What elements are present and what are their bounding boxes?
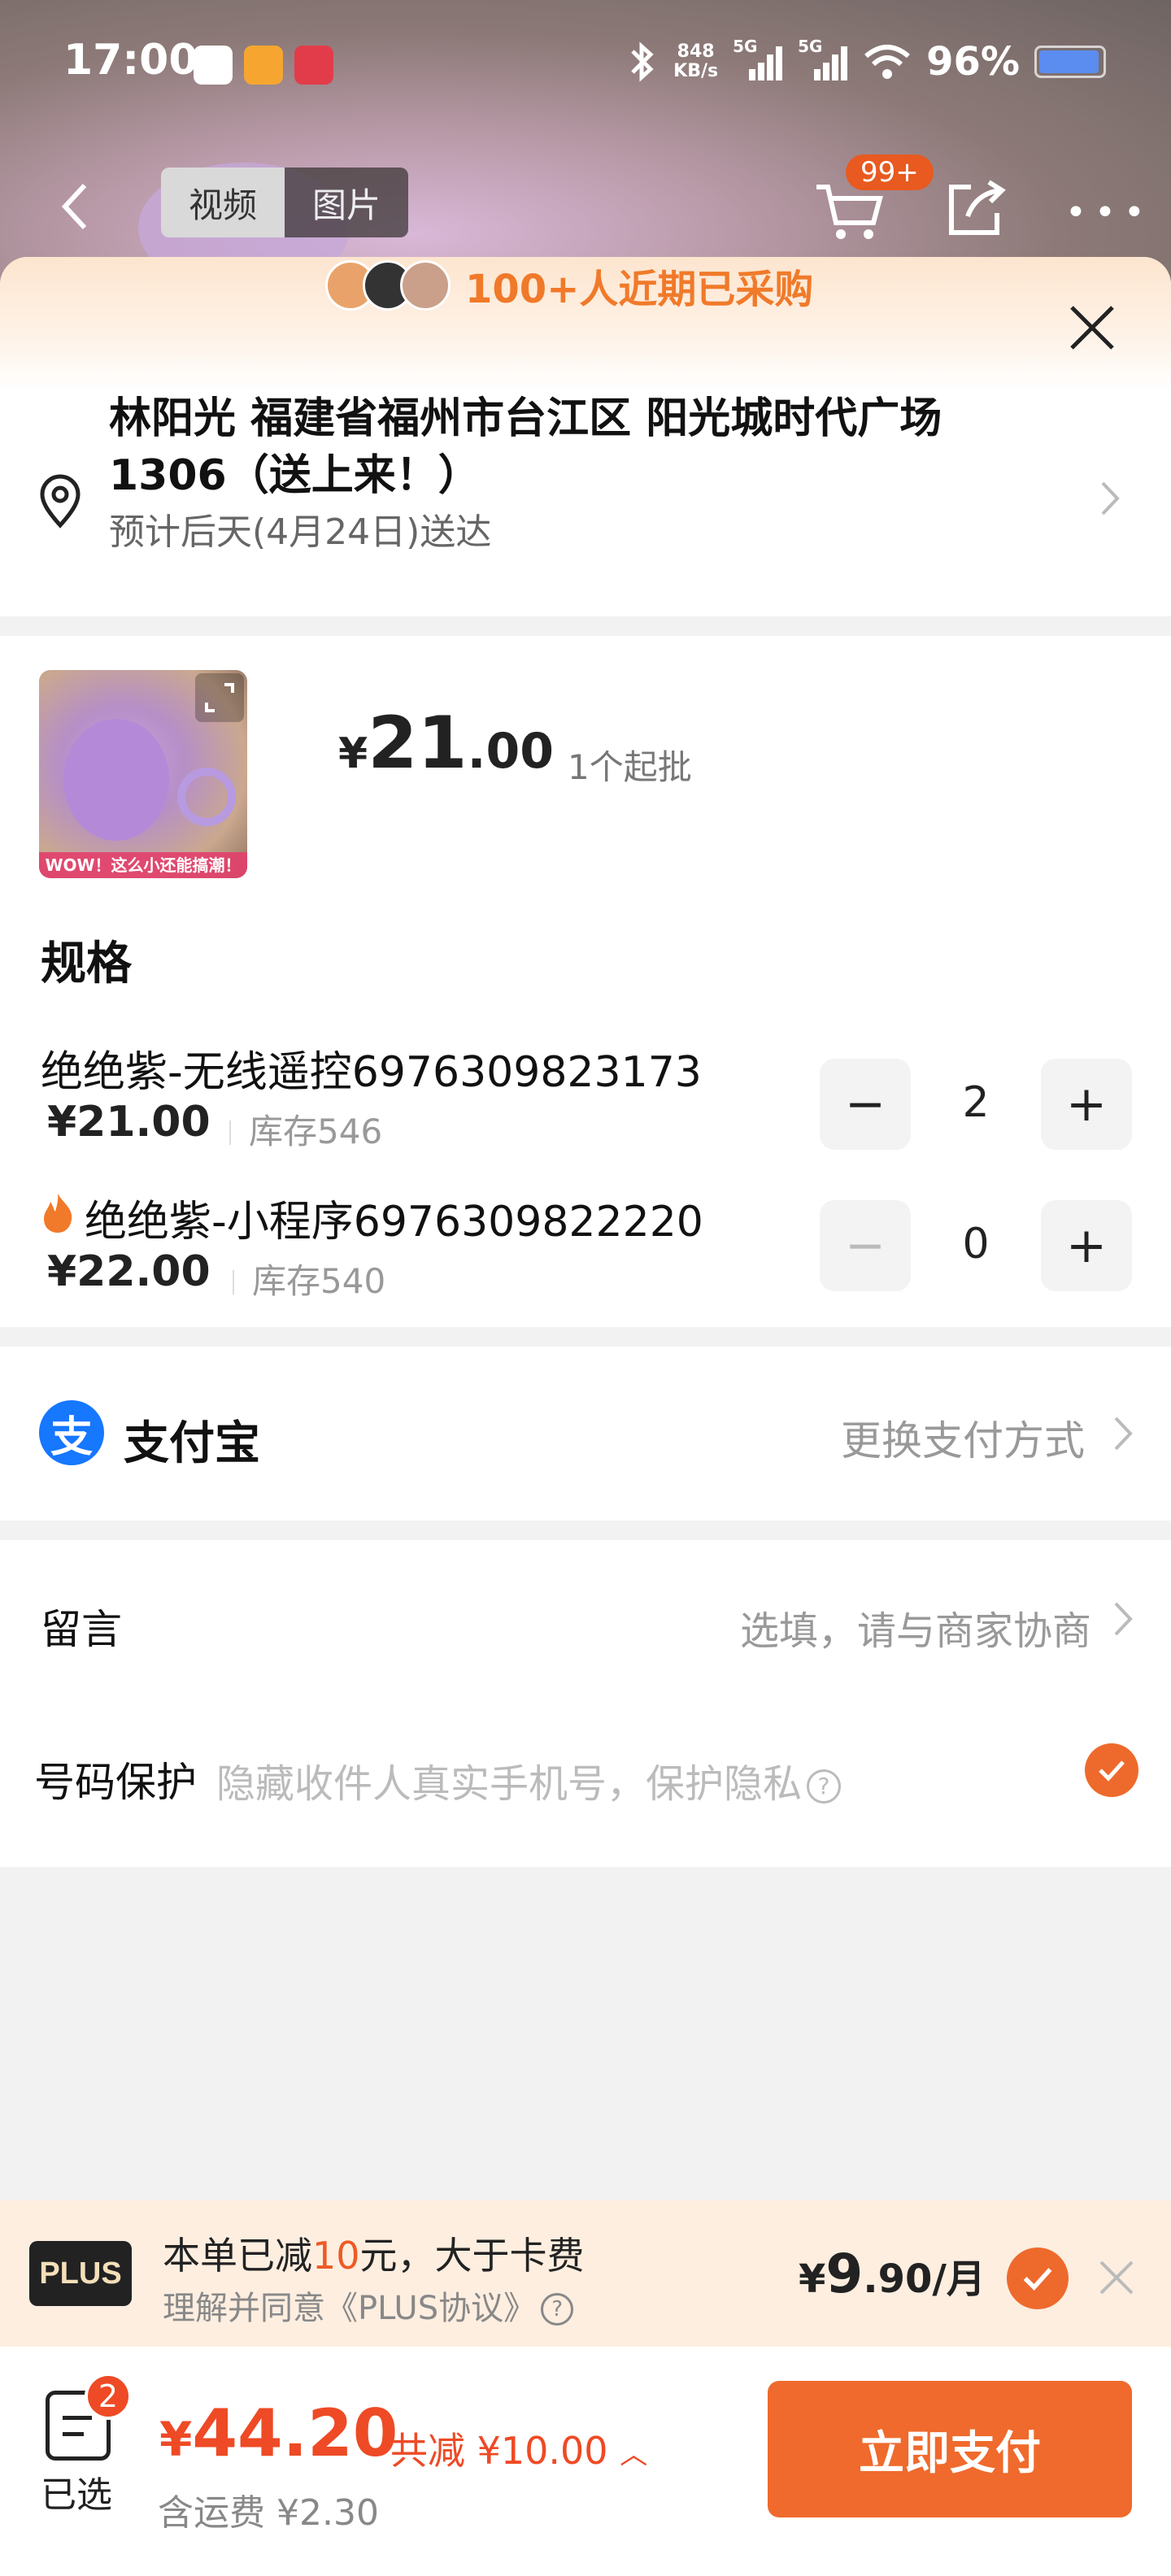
delivery-eta: 预计后天(4月24日)送达 [109,511,492,553]
shipping-address[interactable]: 林阳光 福建省福州市台江区 阳光城时代广场 1306（送上来！） 预计后天(4月… [0,390,1171,616]
battery-icon [1034,46,1106,78]
help-icon[interactable]: ? [807,1769,842,1804]
message-label: 留言 [41,1606,122,1653]
product-thumbnail[interactable]: WOW！这么小还能搞潮！ [39,670,247,878]
decrease-button[interactable]: − [820,1200,911,1291]
notification-app-icon [194,46,233,85]
check-icon [1099,1760,1125,1782]
variant-name: 绝绝紫-无线遥控6976309823173 [41,1048,702,1097]
quantity-value[interactable]: 2 [943,1078,1008,1127]
pay-now-button[interactable]: 立即支付 [768,2381,1132,2517]
selected-label[interactable]: 已选 [41,2465,112,2517]
chevron-right-icon [1114,1602,1133,1636]
shipping-fee: 含运费 ¥2.30 [158,2492,379,2534]
total-price: ¥44.20 [159,2395,398,2471]
payment-method-name: 支付宝 [124,1417,260,1470]
variant-stock: 库存546 [229,1104,382,1154]
notification-app-icon [244,46,283,85]
address-line-1: 林阳光 福建省福州市台江区 阳光城时代广场 [109,394,942,443]
variant-stock: 库存540 [233,1254,385,1303]
bluetooth-icon [631,41,654,82]
address-line-2: 1306（送上来！） [109,451,481,500]
variant-row: 绝绝紫-小程序6976309822220 ¥22.00 库存540 − 0 + [0,1187,1171,1325]
alipay-icon: 支 [39,1400,104,1465]
cart-badge: 99+ [846,154,934,190]
payment-method-row[interactable]: 支 支付宝 更换支付方式 [0,1347,1171,1521]
selected-count-badge: 2 [85,2373,132,2420]
battery-text: 96% [926,39,1020,85]
notification-app-icon [294,46,333,85]
privacy-hint: 隐藏收件人真实手机号，保护隐私? [216,1751,842,1808]
product-image-shape [63,719,169,841]
decrease-button[interactable]: − [820,1059,911,1150]
product-section: WOW！这么小还能搞潮！ ¥21.00 1个起批 规格 绝绝紫-无线遥控6976… [0,636,1171,1327]
recent-buyers: 100+人近期已采购 [325,257,813,314]
variant-price: ¥21.00 [47,1098,211,1147]
status-bar: 17:00 848 KB/s 5G 5G 96% [0,0,1171,130]
avatar [400,260,451,311]
back-icon[interactable] [50,174,99,239]
section-divider [0,1327,1171,1347]
close-icon[interactable] [1096,2257,1137,2298]
chevron-right-icon [1101,481,1120,516]
recent-buyers-text: 100+人近期已采购 [465,267,814,312]
change-payment-link[interactable]: 更换支付方式 [841,1408,1085,1467]
plus-agreement[interactable]: 理解并同意《PLUS协议》? [163,2282,574,2329]
signal-icon: 5G [798,37,848,82]
sheet-header: 100+人近期已采购 [0,257,1171,390]
tab-video[interactable]: 视频 [161,168,285,237]
increase-button[interactable]: + [1041,1059,1132,1150]
unit-price: ¥21.00 [338,701,554,785]
top-nav: 视频 图片 99+ ••• [0,154,1171,252]
fire-icon [44,1194,72,1233]
expand-icon[interactable] [195,673,244,722]
plus-logo: PLUS [29,2241,132,2306]
share-icon[interactable] [943,176,1008,241]
chevron-up-icon: ︿ [620,2439,648,2471]
section-divider [0,616,1171,636]
help-icon[interactable]: ? [541,2293,574,2326]
variant-row: 绝绝紫-无线遥控6976309823173 ¥21.00 库存546 − 2 + [0,1038,1171,1176]
variant-price: ¥22.00 [47,1247,211,1296]
more-icon[interactable]: ••• [1065,192,1153,233]
variant-name: 绝绝紫-小程序6976309822220 [85,1198,703,1247]
discount-detail[interactable]: 共减 ¥10.00 ︿ [390,2422,647,2475]
plus-membership-banner: PLUS 本单已减10元，大于卡费 理解并同意《PLUS协议》? ¥9.90/月 [0,2200,1171,2347]
thumbnail-caption: WOW！这么小还能搞潮！ [39,852,247,878]
message-input[interactable]: 选填，请与商家协商 [740,1599,1091,1656]
media-tabs: 视频 图片 [161,168,408,237]
location-pin-icon [40,474,81,529]
signal-icon: 5G [733,37,783,82]
quantity-value[interactable]: 0 [943,1220,1008,1268]
net-speed: 848 KB/s [673,41,719,81]
plus-price: ¥9.90/月 [799,2243,986,2305]
privacy-checkbox[interactable] [1085,1743,1138,1797]
spec-title: 规格 [41,938,132,990]
privacy-label: 号码保护 [34,1759,197,1806]
wifi-icon [864,45,911,79]
min-batch-label: 1个起批 [568,747,692,787]
check-icon [1023,2268,1052,2291]
increase-button[interactable]: + [1041,1200,1132,1291]
empty-area [0,1867,1171,2208]
plus-title: 本单已减10元，大于卡费 [163,2234,585,2278]
message-section: 留言 选填，请与商家协商 号码保护 隐藏收件人真实手机号，保护隐私? [0,1540,1171,1849]
section-divider [0,1521,1171,1540]
plus-select-checkbox[interactable] [1007,2247,1069,2309]
close-icon[interactable] [1067,302,1117,353]
tab-images[interactable]: 图片 [285,168,408,237]
checkout-bar: 2 已选 ¥44.20 共减 ¥10.00 ︿ 含运费 ¥2.30 立即支付 [0,2347,1171,2576]
status-time: 17:00 [63,36,198,85]
status-indicators: 848 KB/s 5G 5G 96% [626,37,1106,85]
product-image-shape [177,768,236,826]
chevron-right-icon [1114,1416,1133,1451]
